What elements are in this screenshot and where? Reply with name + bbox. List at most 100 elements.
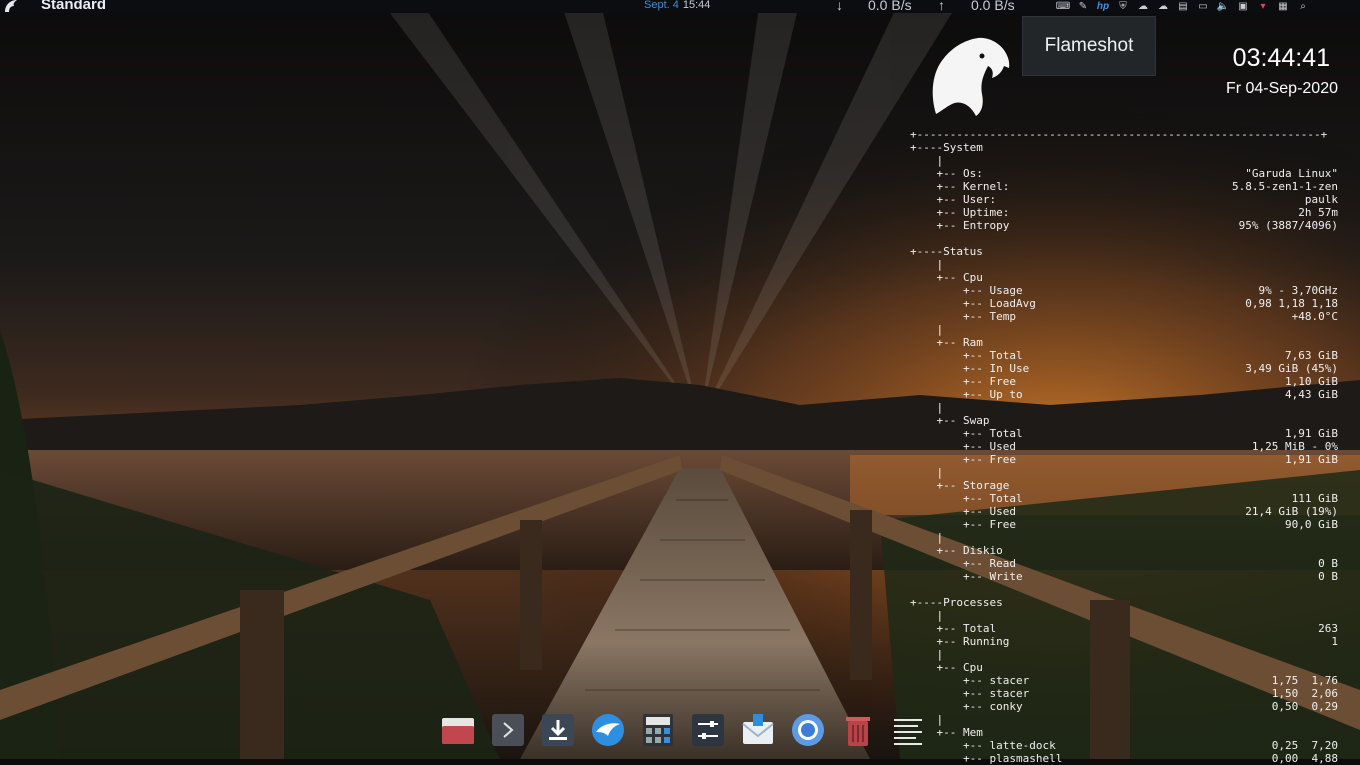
conky-value: 3,49 GiB (45%) [1245,362,1338,375]
conky-label: +-- Write [910,570,1023,583]
panel-date[interactable]: Sept. 4 15:44 [644,0,710,11]
conky-value: 5.8.5-zen1-1-zen [1232,180,1338,193]
conky-label: | [910,609,944,622]
conky-line: +-- Total 7,63 GiB [910,349,1340,362]
conky-label: | [910,323,944,336]
bird-icon [592,714,624,746]
conky-label: +-- Storage [910,479,1010,492]
conky-line: +-- Uptime: 2h 57m [910,206,1340,219]
conky-label: | [910,154,944,167]
chart-icon[interactable]: ▤ [1176,1,1190,12]
conky-line: +-- Usage 9% - 3,70GHz [910,284,1340,297]
conky-label: +----Status [910,245,983,258]
tooltip-text: Flameshot [1044,35,1134,56]
conky-label: +---------------------------------------… [910,128,1328,141]
conky-line: +-- Swap [910,414,1340,427]
conky-label: +-- Kernel: [910,180,1010,193]
search-icon[interactable]: ⌕ [1296,1,1310,12]
display-icon[interactable]: ▣ [1236,1,1250,12]
app-launcher-icon[interactable] [3,0,19,13]
conky-value: 9% - 3,70GHz [1258,284,1338,297]
activity-label[interactable]: Standard [41,0,106,12]
conky-label: +-- Diskio [910,544,1003,557]
conky-line: | [910,154,1340,167]
conky-label: +-- Os: [910,167,983,180]
conky-line: +-- Free 1,10 GiB [910,375,1340,388]
dock-downloader[interactable] [536,708,580,752]
conky-value: 0 B [1318,570,1338,583]
tooltip: Flameshot [1022,16,1156,76]
conky-value: 90,0 GiB [1285,518,1338,531]
dock-trash[interactable] [836,708,880,752]
conky-line: +----System [910,141,1340,154]
clock-date: Fr 04-Sep-2020 [1225,80,1338,97]
conky-value: 0,50 0,29 [1271,700,1338,713]
dock-settings[interactable] [686,708,730,752]
dock-bird-app[interactable] [586,708,630,752]
conky-line: +-- In Use 3,49 GiB (45%) [910,362,1340,375]
conky-label: +-- Total [910,427,1023,440]
conky-line: +-- Temp +48.0°C [910,310,1340,323]
cloud-icon[interactable]: ☁ [1136,1,1150,12]
volume-icon[interactable]: 🔈 [1216,1,1230,12]
conky-label: | [910,531,944,544]
conky-line: +-- Used 21,4 GiB (19%) [910,505,1340,518]
conky-label: +-- Free [910,375,1016,388]
trash-icon [846,717,870,746]
download-icon [542,714,574,746]
hp-icon[interactable]: hp [1096,1,1110,12]
conky-line: +-- Mem [910,726,1340,739]
dock-terminal[interactable] [486,708,530,752]
net-down-speed: 0.0 B/s [868,0,912,13]
conky-label: +-- Total [910,622,997,635]
conky-value: 4,43 GiB [1285,388,1338,401]
conky-line: | [910,609,1340,622]
conky-label: +-- stacer [910,674,1030,687]
conky-label: +-- Swap [910,414,990,427]
conky-value: paulk [1304,193,1338,206]
latte-dock [436,708,930,754]
conky-line: +-- Free 1,91 GiB [910,453,1340,466]
clipboard-icon[interactable]: ▦ [1276,1,1290,12]
battery-icon[interactable]: ▭ [1196,1,1210,12]
conky-value: 95% (3887/4096) [1238,219,1338,232]
conky-label: | [910,648,944,661]
dock-calculator[interactable] [636,708,680,752]
conky-label: +-- latte-dock [910,739,1056,752]
conky-value: 111 GiB [1291,492,1338,505]
conky-line: +----Processes [910,596,1340,609]
conky-line: | [910,531,1340,544]
conky-line: +-- Entropy 95% (3887/4096) [910,219,1340,232]
conky-value: 0,98 1,18 1,18 [1245,297,1338,310]
conky-line: +-- Up to 4,43 GiB [910,388,1340,401]
conky-value: 263 [1318,622,1338,635]
system-tray: ⌨ ✎ hp ⛨ ☁ ☁ ▤ ▭ 🔈 ▣ ▾ ▦ ⌕ [1056,0,1310,13]
conky-label: +-- Uptime: [910,206,1010,219]
conky-line [910,583,1340,596]
conky-line: | [910,648,1340,661]
conky-label: +-- Running [910,635,1010,648]
conky-line: +-- Write 0 B [910,570,1340,583]
conky-line: +-- stacer 1,50 2,06 [910,687,1340,700]
cloud-sync-icon[interactable]: ☁ [1156,1,1170,12]
notification-icon[interactable]: ▾ [1256,1,1270,12]
conky-line: +---------------------------------------… [910,128,1340,141]
conky-value: 1,50 2,06 [1271,687,1338,700]
conky-label: +-- Read [910,557,1016,570]
panel-date-text: Sept. 4 [644,0,679,11]
dock-mail[interactable] [736,708,780,752]
conky-line: +-- Running 1 [910,635,1340,648]
conky-label: +-- Cpu [910,271,983,284]
conky-line: +-- conky 0,50 0,29 [910,700,1340,713]
dock-browser[interactable] [786,708,830,752]
conky-label: +-- LoadAvg [910,297,1036,310]
shield-icon[interactable]: ⛨ [1116,1,1130,12]
dock-menu[interactable] [886,708,930,752]
conky-line: +-- Diskio [910,544,1340,557]
terminal-icon [492,714,524,746]
feather-icon[interactable]: ✎ [1076,1,1090,12]
conky-value: 0,25 7,20 [1271,739,1338,752]
dock-file-manager[interactable] [436,708,480,752]
conky-system-monitor: +---------------------------------------… [910,128,1340,765]
keyboard-icon[interactable]: ⌨ [1056,1,1070,12]
